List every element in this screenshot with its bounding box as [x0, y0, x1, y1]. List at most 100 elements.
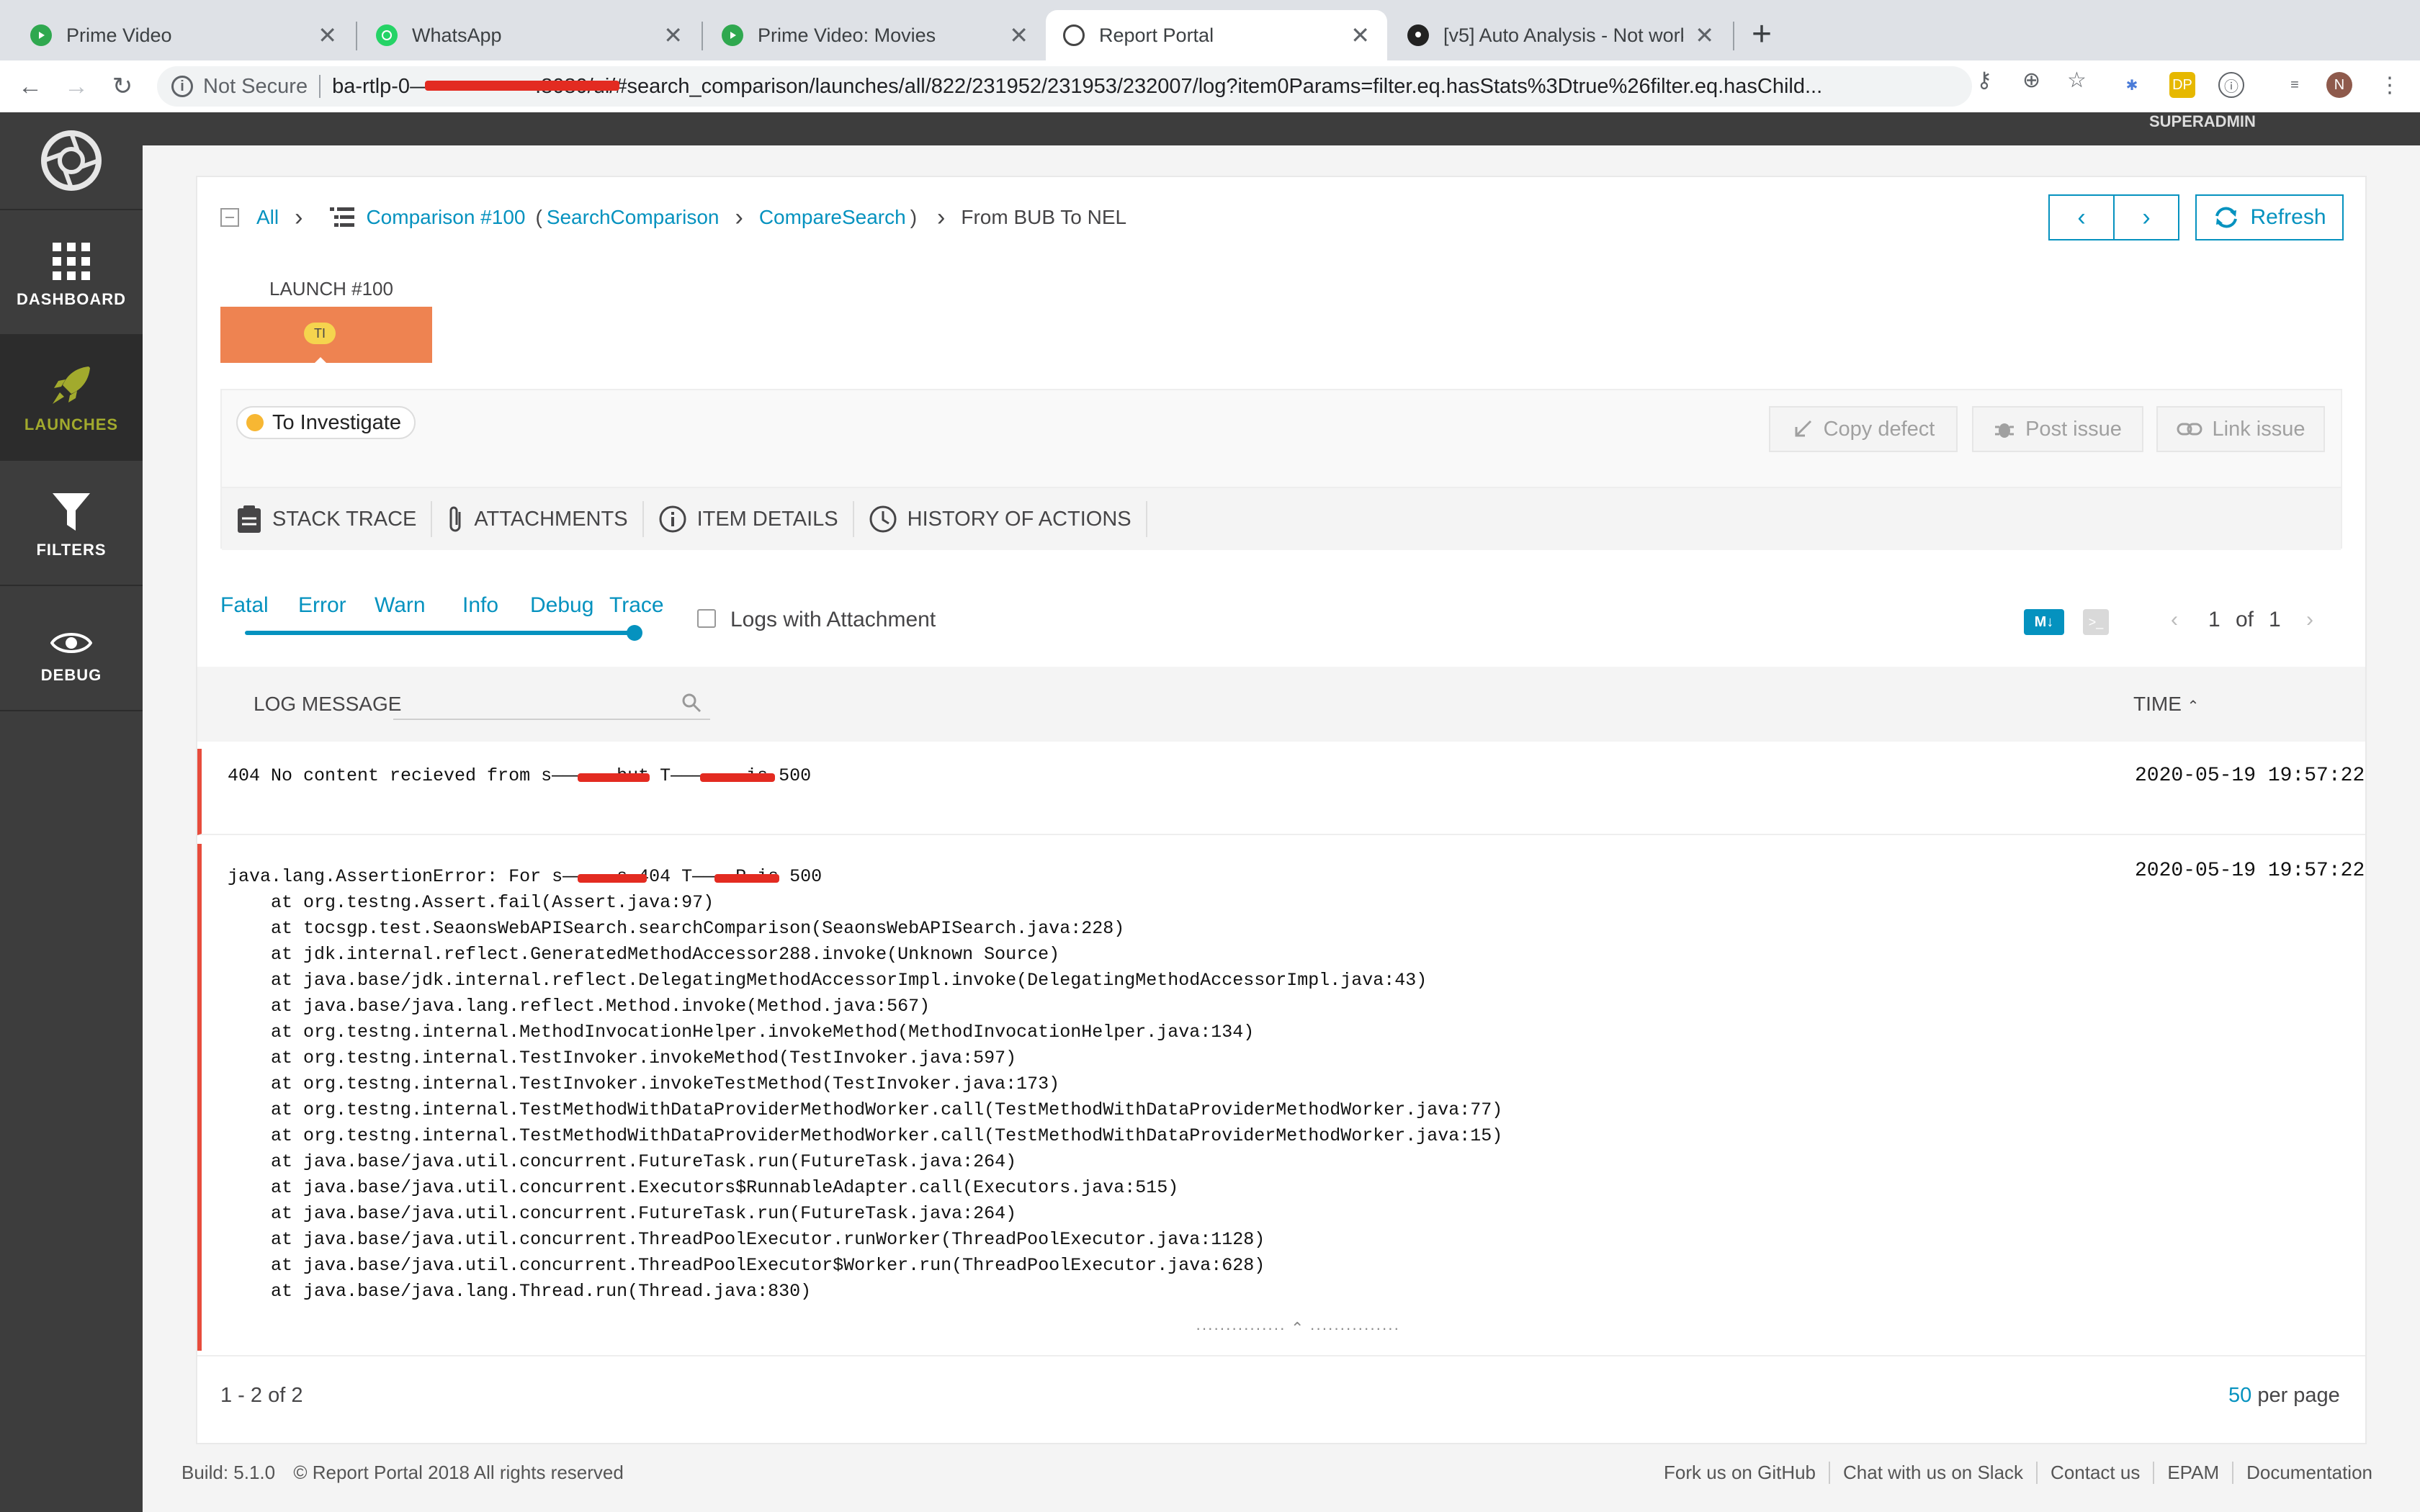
browser-tab-whatsapp[interactable]: WhatsApp ✕	[359, 10, 700, 60]
footer-link-contact[interactable]: Contact us	[2036, 1462, 2153, 1484]
close-tab-icon[interactable]: ✕	[663, 22, 683, 49]
log-time: 2020-05-19 19:57:22	[2135, 765, 2365, 787]
log-level-slider[interactable]	[245, 631, 635, 635]
level-warn[interactable]: Warn	[375, 593, 426, 618]
time-column-header[interactable]: TIME ⌃	[2133, 693, 2199, 716]
select-all-checkbox[interactable]	[220, 208, 239, 227]
level-error[interactable]: Error	[298, 593, 346, 618]
tab-label: STACK TRACE	[272, 507, 417, 531]
page-size-label: per page	[2251, 1384, 2340, 1407]
sort-asc-icon: ⌃	[2187, 698, 2200, 714]
info-circle-icon	[659, 505, 686, 533]
browser-tab-report-portal[interactable]: Report Portal ✕	[1046, 10, 1387, 60]
browser-tab-prime-video[interactable]: Prime Video ✕	[13, 10, 354, 60]
profile-avatar[interactable]: N	[2326, 72, 2352, 98]
log-level-slider-handle[interactable]	[627, 625, 642, 641]
sidebar-item-debug[interactable]: DEBUG	[0, 586, 143, 711]
chevron-right-icon: ›	[2142, 203, 2151, 231]
breadcrumb-test[interactable]: CompareSearch	[759, 206, 906, 229]
browser-tab-prime-video-movies[interactable]: Prime Video: Movies ✕	[704, 10, 1046, 60]
footer-link-github[interactable]: Fork us on GitHub	[1651, 1462, 1829, 1484]
info-icon[interactable]: i	[171, 76, 193, 97]
chevron-left-icon[interactable]: ‹	[2171, 608, 2178, 632]
sidebar-item-launches[interactable]: LAUNCHES	[0, 336, 143, 461]
tab-stack-trace[interactable]: STACK TRACE	[222, 501, 433, 537]
not-secure-label: Not Secure	[203, 74, 308, 98]
close-tab-icon[interactable]: ✕	[1695, 22, 1714, 49]
paren-open: (	[535, 206, 542, 228]
sidebar-item-filters[interactable]: FILTERS	[0, 461, 143, 586]
close-tab-icon[interactable]: ✕	[1350, 22, 1370, 49]
footer-link-slack[interactable]: Chat with us on Slack	[1829, 1462, 2036, 1484]
report-portal-logo[interactable]	[0, 112, 143, 210]
log-row[interactable]: 404 No content recieved from s————— but …	[197, 749, 2365, 835]
launch-history-bar[interactable]: TI	[220, 307, 432, 364]
level-fatal[interactable]: Fatal	[220, 593, 269, 618]
footer-link-epam[interactable]: EPAM	[2153, 1462, 2232, 1484]
collapse-log-button[interactable]: ··············· ⌃ ···············	[1196, 1319, 1399, 1338]
time-header-label: TIME	[2133, 693, 2182, 715]
copy-defect-button[interactable]: Copy defect	[1769, 406, 1958, 452]
close-tab-icon[interactable]: ✕	[318, 22, 337, 49]
tab-attachments[interactable]: ATTACHMENTS	[432, 501, 644, 537]
star-icon[interactable]: ☆	[2067, 68, 2087, 93]
build-info: Build: 5.1.0 © Report Portal 2018 All ri…	[182, 1462, 624, 1484]
markdown-mode-button[interactable]: M↓	[2024, 609, 2064, 635]
sidebar-item-dashboard[interactable]: DASHBOARD	[0, 210, 143, 336]
sidebar-item-label: DASHBOARD	[17, 290, 126, 308]
page-size-selector[interactable]: 50 per page	[2228, 1384, 2340, 1408]
build-version: Build: 5.1.0	[182, 1462, 276, 1483]
defect-type-selector[interactable]: To Investigate	[236, 406, 416, 439]
console-mode-button[interactable]: >_	[2083, 609, 2109, 635]
user-menu[interactable]: SUPERADMIN	[2149, 112, 2256, 131]
launch-label: LAUNCH #100	[269, 278, 393, 300]
log-row[interactable]: java.lang.AssertionError: For s—————s 40…	[197, 844, 2365, 1351]
chevron-left-icon: ‹	[2077, 203, 2086, 231]
extension-icon[interactable]: ⓘ	[2218, 72, 2244, 98]
tab-item-details[interactable]: ITEM DETAILS	[644, 501, 854, 537]
menu-kebab-icon[interactable]: ⋮	[2377, 72, 2403, 98]
grid-icon	[51, 235, 91, 282]
level-info[interactable]: Info	[462, 593, 498, 618]
footer-link-documentation[interactable]: Documentation	[2232, 1462, 2385, 1484]
extension-icon[interactable]: ✱	[2119, 72, 2145, 98]
chevron-right-icon: ›	[937, 203, 946, 231]
level-debug[interactable]: Debug	[530, 593, 593, 618]
key-icon[interactable]: ⚷	[1976, 68, 1992, 93]
log-search[interactable]	[393, 687, 710, 720]
back-arrow-icon[interactable]: ←	[14, 71, 46, 102]
chevron-right-icon[interactable]: ›	[2306, 608, 2313, 632]
report-portal-icon	[1063, 24, 1085, 46]
zoom-icon[interactable]: ⊕	[2022, 68, 2040, 93]
breadcrumb-all[interactable]: All	[256, 206, 279, 229]
reading-list-icon[interactable]: ≡	[2282, 72, 2308, 98]
link-icon	[2177, 423, 2202, 436]
refresh-button[interactable]: Refresh	[2195, 194, 2344, 240]
browser-tab-github[interactable]: [v5] Auto Analysis - Not workin ✕	[1390, 10, 1731, 60]
new-tab-plus-icon[interactable]: +	[1752, 16, 1772, 53]
link-issue-button[interactable]: Link issue	[2156, 406, 2325, 452]
app-header-strip: SUPERADMIN	[143, 112, 2420, 145]
clipboard-icon	[238, 505, 261, 533]
close-tab-icon[interactable]: ✕	[1009, 22, 1028, 49]
logs-with-attachment-checkbox[interactable]	[697, 609, 716, 628]
log-search-input[interactable]	[393, 687, 670, 717]
breadcrumb-suite[interactable]: SearchComparison	[547, 206, 720, 229]
level-trace[interactable]: Trace	[609, 593, 664, 618]
next-item-button[interactable]: ›	[2113, 194, 2179, 240]
extension-icon[interactable]: DP	[2169, 72, 2195, 98]
defect-panel: To Investigate Copy defect Post issue Li…	[220, 389, 2342, 550]
post-issue-button[interactable]: Post issue	[1972, 406, 2143, 452]
page-size-value[interactable]: 50	[2228, 1384, 2251, 1407]
breadcrumb-current: From BUB To NEL	[961, 206, 1127, 228]
reload-icon[interactable]: ↻	[107, 71, 138, 102]
copy-defect-label: Copy defect	[1823, 417, 1935, 441]
forward-arrow-icon[interactable]: →	[60, 71, 92, 102]
breadcrumb-comparison[interactable]: Comparison #100	[366, 206, 525, 229]
tab-history-of-actions[interactable]: HISTORY OF ACTIONS	[854, 501, 1147, 537]
link-issue-label: Link issue	[2212, 417, 2305, 441]
tab-title: WhatsApp	[412, 24, 502, 46]
pager-of: of	[2236, 608, 2254, 631]
previous-item-button[interactable]: ‹	[2048, 194, 2115, 240]
footer-links: Fork us on GitHub Chat with us on Slack …	[1651, 1462, 2385, 1484]
